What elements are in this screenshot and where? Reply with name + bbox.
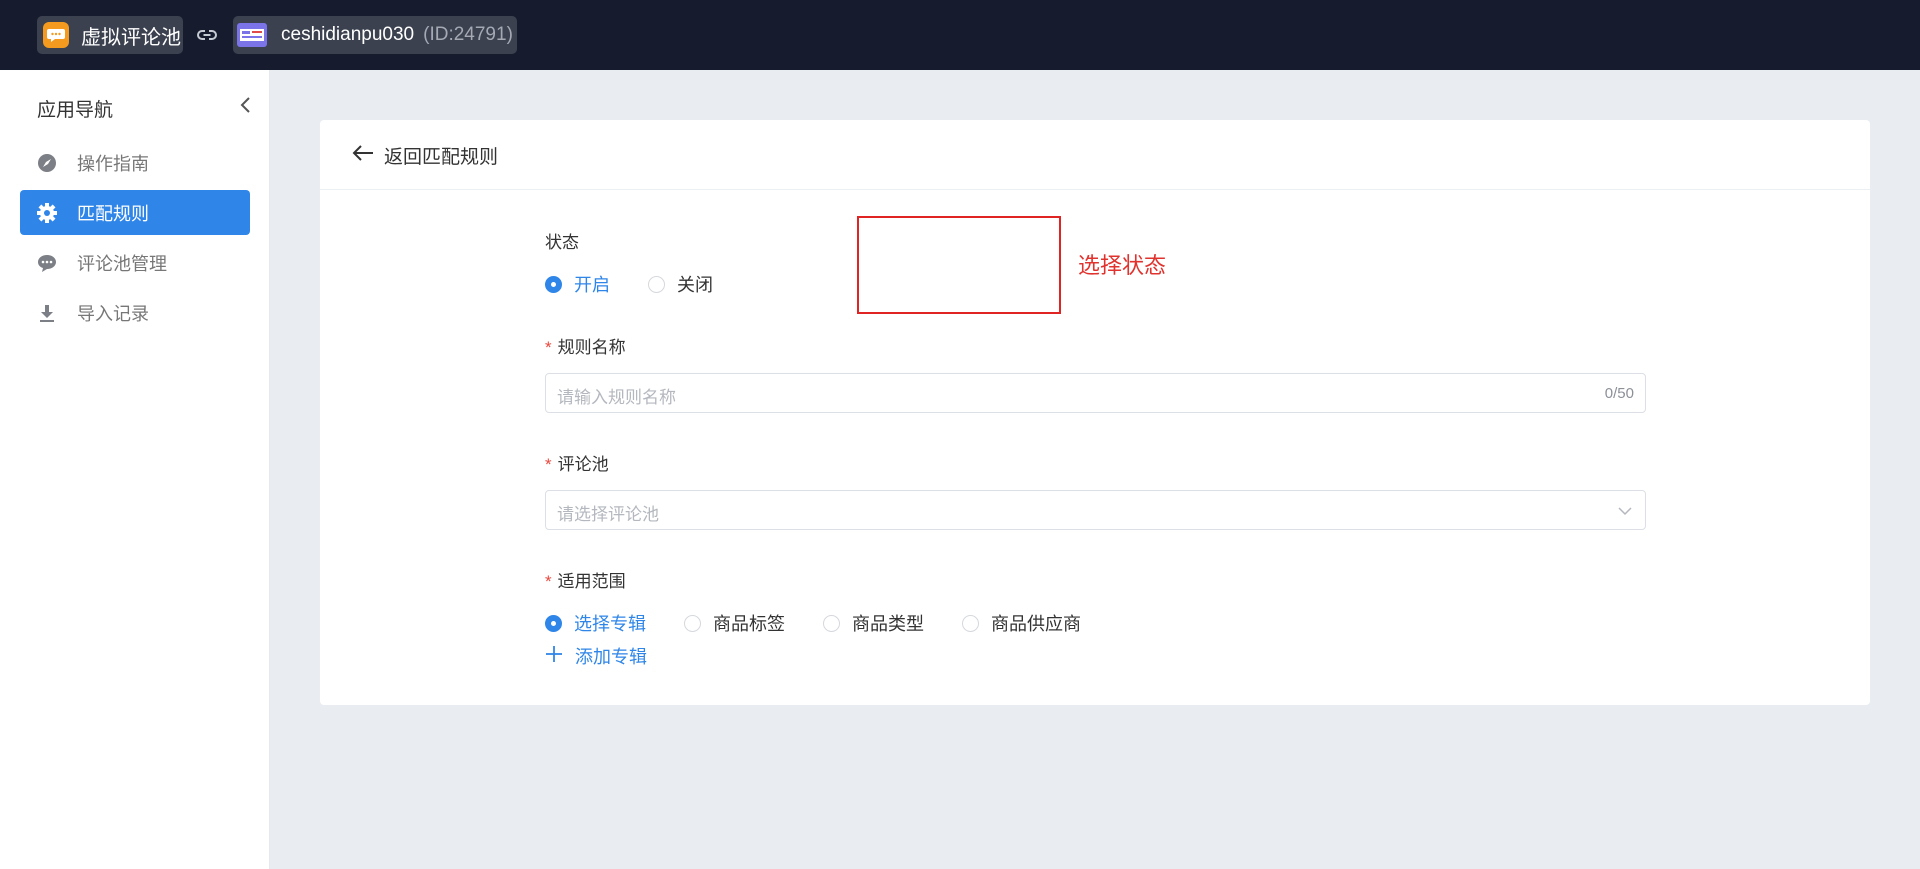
rule-form-card: 返回匹配规则 选择状态 状态 开启 关闭 * 规则名称 请输入规则名称 0/50 … [320, 120, 1870, 705]
shop-logo-icon [237, 23, 267, 47]
scope-label: * 适用范围 [545, 567, 626, 592]
comment-pool-label: * 评论池 [545, 450, 609, 475]
radio-label: 商品类型 [852, 614, 924, 634]
sidebar-title: 应用导航 [37, 100, 114, 121]
rule-name-counter: 0/50 [1604, 385, 1634, 402]
required-mark: * [545, 572, 552, 591]
radio-dot [545, 614, 562, 632]
chat-bubble-icon [43, 22, 69, 48]
shop-name: ceshidianpu030 [281, 24, 415, 45]
sidebar-item-comment-pool[interactable]: 评论池管理 [20, 240, 250, 285]
rule-name-input[interactable]: 请输入规则名称 0/50 [545, 373, 1646, 413]
sidebar-item-label: 评论池管理 [77, 253, 167, 274]
sidebar-item-label: 操作指南 [77, 153, 149, 174]
back-button[interactable]: 返回匹配规则 [352, 142, 498, 169]
app-name: 虚拟评论池 [81, 26, 181, 49]
required-mark: * [545, 338, 552, 357]
shop-switcher[interactable]: ceshidianpu030 (ID:24791) [233, 16, 517, 54]
scope-label-text: 适用范围 [557, 572, 626, 591]
required-mark: * [545, 455, 552, 474]
scope-tag-radio[interactable]: 商品标签 [684, 610, 785, 636]
scope-radio-group: 选择专辑 商品标签 商品类型 商品供应商 [545, 610, 1119, 636]
radio-dot [962, 614, 979, 632]
radio-label: 商品标签 [713, 614, 785, 634]
radio-label: 关闭 [677, 275, 713, 295]
annotation-text: 选择状态 [1078, 253, 1167, 278]
radio-label: 开启 [574, 275, 610, 295]
comment-pool-placeholder: 请选择评论池 [557, 505, 659, 524]
comment-icon [36, 252, 58, 274]
status-on-radio[interactable]: 开启 [545, 271, 610, 297]
rule-name-placeholder: 请输入规则名称 [557, 388, 676, 407]
gear-icon [36, 202, 58, 224]
radio-label: 商品供应商 [991, 614, 1081, 634]
sidebar-item-import-records[interactable]: 导入记录 [20, 290, 250, 335]
app-switcher[interactable]: 虚拟评论池 [37, 16, 183, 54]
back-label: 返回匹配规则 [384, 147, 499, 168]
collapse-sidebar-button[interactable] [238, 94, 254, 116]
radio-dot [648, 275, 665, 293]
comment-pool-label-text: 评论池 [557, 455, 609, 474]
download-icon [36, 302, 58, 324]
shop-id: (ID:24791) [423, 24, 513, 45]
scope-type-radio[interactable]: 商品类型 [823, 610, 924, 636]
radio-dot [545, 275, 562, 293]
card-header: 返回匹配规则 [320, 120, 1870, 190]
radio-dot [823, 614, 840, 632]
rule-name-label: * 规则名称 [545, 333, 626, 358]
compass-icon [36, 152, 58, 174]
comment-pool-select[interactable]: 请选择评论池 [545, 490, 1646, 530]
top-bar: 虚拟评论池 ceshidianpu030 (ID:24791) [0, 0, 1920, 70]
scope-supplier-radio[interactable]: 商品供应商 [962, 610, 1081, 636]
sidebar: 应用导航 操作指南 匹配规则 评论池管理 导入记录 [0, 70, 270, 869]
status-radio-group: 开启 关闭 [545, 271, 751, 297]
add-album-label: 添加专辑 [575, 647, 647, 667]
plus-icon [545, 645, 563, 668]
radio-dot [684, 614, 701, 632]
status-off-radio[interactable]: 关闭 [648, 271, 713, 297]
sidebar-item-label: 导入记录 [77, 303, 149, 324]
sidebar-item-label: 匹配规则 [77, 203, 149, 224]
sidebar-item-guide[interactable]: 操作指南 [20, 140, 250, 185]
status-label: 状态 [545, 233, 579, 252]
radio-label: 选择专辑 [574, 614, 646, 634]
annotation-box [857, 216, 1061, 314]
scope-album-radio[interactable]: 选择专辑 [545, 610, 646, 636]
add-album-button[interactable]: 添加专辑 [545, 643, 647, 669]
arrow-left-icon [352, 144, 374, 167]
sidebar-item-match-rules[interactable]: 匹配规则 [20, 190, 250, 235]
chevron-down-icon [1617, 503, 1633, 519]
link-icon [196, 24, 218, 46]
rule-name-label-text: 规则名称 [557, 338, 626, 357]
